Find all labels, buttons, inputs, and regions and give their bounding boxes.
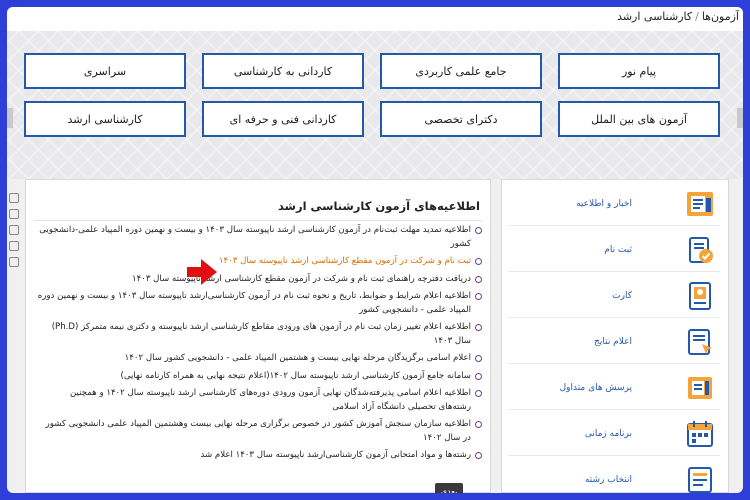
results-icon [684,326,716,358]
toolbar-contrast-icon[interactable] [9,241,19,251]
news-item-text: اطلاعیه اعلام شرایط و ضوابط، تاریخ و نحو… [37,291,471,315]
bullet-icon [475,452,482,459]
category-national-button[interactable]: سراسری [24,53,186,89]
accessibility-toolbar [7,187,21,297]
breadcrumb-parent[interactable]: آزمون‌ها [702,10,739,23]
menu-item-field-selection[interactable]: انتخاب رشته [508,458,720,493]
news-item[interactable]: سامانه جامع آزمون کارشناسی ارشد ناپیوسته… [36,370,482,384]
toolbar-print-icon[interactable] [9,257,19,267]
news-item[interactable]: دریافت دفترچه راهنمای ثبت نام و شرکت در … [36,273,482,287]
news-item-text: دریافت دفترچه راهنمای ثبت نام و شرکت در … [131,273,471,284]
news-item[interactable]: اعلام اسامی برگزیدگان مرحله نهایی بیست و… [36,352,482,366]
menu-item-news[interactable]: اخبار و اطلاعیه [508,182,720,226]
bullet-icon [475,390,482,397]
toolbar-zoom-icon[interactable] [9,209,19,219]
card-icon [684,280,716,312]
menu-item-label: ثبت نام [604,244,632,255]
category-masters-button[interactable]: کارشناسی ارشد [24,101,186,137]
category-applied-science-button[interactable]: جامع علمی کاربردی [380,53,542,89]
news-item[interactable]: اطلاعیه سازمان سنجش آموزش کشور در خصوص ب… [36,418,482,445]
bullet-icon [475,227,482,234]
register-icon [684,234,716,266]
news-item-text: اطلاعیه اعلام تغییر زمان ثبت نام در آزمو… [51,322,471,346]
breadcrumb-current: کارشناسی ارشد [617,10,693,23]
category-payam-noor-button[interactable]: پیام نور [558,53,720,89]
breadcrumb-separator: / [695,10,699,23]
news-item-text: ثبت نام و شرکت در آزمون مقطع کارشناسی ار… [218,256,471,266]
news-item-text: اعلام اسامی برگزیدگان مرحله نهایی بیست و… [124,353,471,363]
menu-item-label: اخبار و اطلاعیه [576,198,632,209]
toolbar-gear-icon[interactable] [9,193,19,203]
bullet-icon [475,258,482,265]
menu-item-calendar[interactable]: برنامه زمانی [508,412,720,456]
menu-item-register[interactable]: ثبت نام [508,228,720,272]
news-item-text: اطلاعیه تمدید مهلت ثبت‌نام در آزمون کارش… [39,225,471,249]
news-item[interactable]: رشته‌ها و مواد امتحانی آزمون کارشناسی‌ار… [36,449,482,463]
news-item[interactable]: اطلاعیه اعلام اسامی پذیرفته‌شدگان نهایی … [36,387,482,414]
news-item[interactable]: اطلاعیه اعلام شرایط و ضوابط، تاریخ و نحو… [36,290,482,317]
bullet-icon [475,275,482,283]
category-technical-associate-button[interactable]: کاردانی فنی و حرفه ای [202,101,364,137]
menu-item-label: پرسش های متداول [559,382,632,393]
calendar-icon [684,418,716,450]
bullet-icon [475,324,482,331]
news-item-text: سامانه جامع آزمون کارشناسی ارشد ناپیوسته… [120,370,471,381]
news-item[interactable]: اطلاعیه اعلام تغییر زمان ثبت نام در آزمو… [36,321,482,348]
faq-icon [684,372,716,404]
menu-item-faq[interactable]: پرسش های متداول [508,366,720,410]
news-panel: اطلاعیه‌های آزمون کارشناسی ارشد اطلاعیه … [25,179,491,493]
news-item[interactable]: اطلاعیه تمدید مهلت ثبت‌نام در آزمون کارش… [36,224,482,251]
news-panel-title: اطلاعیه‌های آزمون کارشناسی ارشد [34,192,482,221]
bullet-icon [475,421,482,428]
category-associate-to-bachelor-button[interactable]: کاردانی به کارشناسی [202,53,364,89]
menu-item-card[interactable]: کارت [508,274,720,318]
news-list: اطلاعیه تمدید مهلت ثبت‌نام در آزمون کارش… [36,224,482,467]
category-header: پیام نور جامع علمی کاربردی کاردانی به کا… [7,31,743,179]
news-item-text: رشته‌ها و مواد امتحانی آزمون کارشناسی‌ار… [200,450,471,460]
news-item-text: اطلاعیه اعلام اسامی پذیرفته‌شدگان نهایی … [69,388,471,412]
news-item-text: اطلاعیه سازمان سنجش آموزش کشور در خصوص ب… [45,419,471,443]
carousel-next-arrow[interactable] [737,108,743,128]
field-selection-icon [684,464,716,493]
bullet-icon [475,293,482,300]
quick-menu-panel: اخبار و اطلاعیه ثبت نام کارت اعلام نتایج… [501,179,729,493]
category-international-button[interactable]: آزمون های بین الملل [558,101,720,137]
category-phd-button[interactable]: دکترای تخصصی [380,101,542,137]
menu-item-label: اعلام نتایج [594,336,632,347]
bullet-icon [475,355,482,362]
toolbar-text-icon[interactable] [9,225,19,235]
menu-item-label: کارت [612,290,632,301]
news-item-highlighted[interactable]: ثبت نام و شرکت در آزمون مقطع کارشناسی ار… [36,255,482,269]
news-icon [684,188,716,220]
menu-item-label: انتخاب رشته [584,475,632,485]
page-frame: آزمون‌ها/کارشناسی ارشد پیام نور جامع علم… [7,7,743,493]
bullet-icon [475,372,482,380]
carousel-prev-arrow[interactable] [7,108,13,128]
next-page-button[interactable]: بعدی [435,483,463,493]
breadcrumb: آزمون‌ها/کارشناسی ارشد [7,7,743,31]
red-arrow-icon [187,259,217,285]
menu-item-results[interactable]: اعلام نتایج [508,320,720,364]
menu-item-label: برنامه زمانی [584,428,632,439]
